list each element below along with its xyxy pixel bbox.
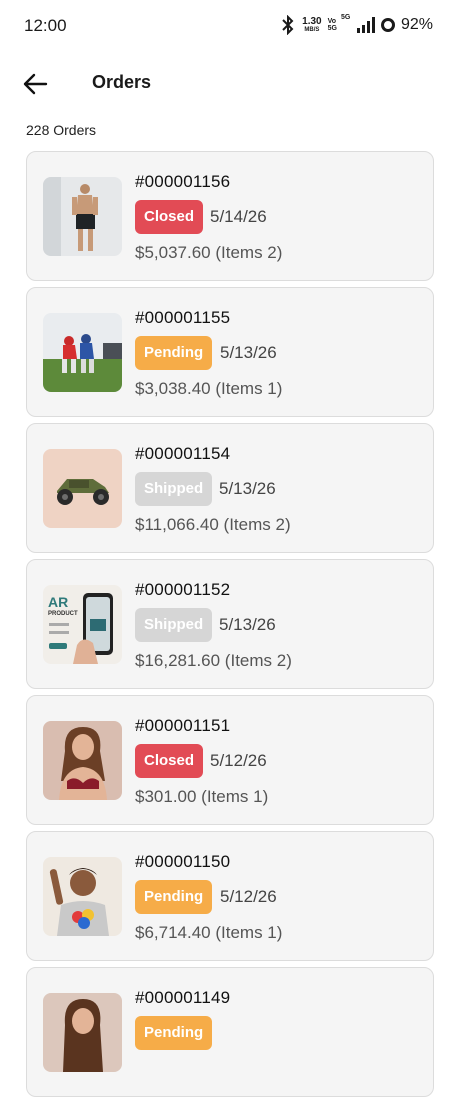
network-speed: 1.30 MB/S bbox=[302, 16, 322, 34]
status-badge: Pending bbox=[135, 336, 213, 370]
signal-icon: 5G bbox=[340, 14, 375, 33]
back-button[interactable] bbox=[20, 70, 52, 98]
status-badge: Shipped bbox=[135, 472, 213, 506]
man-in-shorts-photo bbox=[43, 177, 122, 256]
product-text: PRODUCT bbox=[48, 611, 78, 617]
order-date: 5/13/26 bbox=[219, 479, 276, 498]
order-id: #000001156 bbox=[135, 172, 231, 191]
order-date: 5/14/26 bbox=[210, 207, 267, 226]
page-title: Orders bbox=[92, 72, 152, 92]
child-in-tshirt-photo bbox=[43, 857, 122, 936]
order-id: #000001150 bbox=[135, 852, 231, 871]
order-total: $3,038.40 (Items 1) bbox=[135, 379, 283, 398]
order-card[interactable]: #000001151 Closed 5/12/26 $301.00 (Items… bbox=[26, 695, 434, 825]
order-count: 228 Orders bbox=[26, 122, 97, 138]
order-card[interactable]: #000001156 Closed 5/14/26 $5,037.60 (Ite… bbox=[26, 151, 434, 281]
ar-text: AR bbox=[48, 594, 68, 610]
ar-product-app-photo: AR PRODUCT bbox=[43, 585, 122, 664]
order-total: $11,066.40 (Items 2) bbox=[135, 515, 291, 534]
order-date: 5/13/26 bbox=[220, 343, 277, 362]
order-id: #000001154 bbox=[135, 444, 231, 463]
order-card[interactable]: #000001154 Shipped 5/13/26 $11,066.40 (I… bbox=[26, 423, 434, 553]
order-card[interactable]: #000001155 Pending 5/13/26 $3,038.40 (It… bbox=[26, 287, 434, 417]
status-bar: 12:00 1.30 MB/S Vo 5G 5G 92% bbox=[0, 0, 459, 52]
status-badge: Closed bbox=[135, 200, 204, 234]
status-badge: Pending bbox=[135, 880, 213, 914]
status-time: 12:00 bbox=[24, 16, 67, 35]
arrow-left-icon bbox=[23, 73, 48, 95]
order-date: 5/12/26 bbox=[210, 751, 267, 770]
order-total: $301.00 (Items 1) bbox=[135, 787, 269, 806]
order-total: $6,714.40 (Items 1) bbox=[135, 923, 283, 942]
network-speed-value: 1.30 bbox=[302, 16, 322, 27]
status-badge: Pending bbox=[135, 1016, 213, 1050]
volte-top: Vo bbox=[327, 18, 337, 25]
order-date: 5/12/26 bbox=[220, 887, 277, 906]
order-id: #000001149 bbox=[135, 988, 231, 1007]
volte-indicator: Vo 5G bbox=[328, 18, 337, 32]
network-speed-unit: MB/S bbox=[304, 27, 320, 33]
order-card[interactable]: #000001150 Pending 5/12/26 $6,714.40 (It… bbox=[26, 831, 434, 961]
order-date: 5/13/26 bbox=[219, 615, 276, 634]
status-badge: Shipped bbox=[135, 608, 213, 642]
order-id: #000001155 bbox=[135, 308, 231, 327]
order-card[interactable]: #000001149 Pending bbox=[26, 967, 434, 1097]
order-total: $5,037.60 (Items 2) bbox=[135, 243, 283, 262]
football-players-photo bbox=[43, 313, 122, 392]
order-card[interactable]: AR PRODUCT #000001152 Shipped 5/13/26 $1… bbox=[26, 559, 434, 689]
network-type: 5G bbox=[340, 14, 351, 21]
app-header: Orders bbox=[0, 60, 459, 106]
battery-icon bbox=[380, 18, 395, 32]
battery-percent: 92% bbox=[400, 16, 433, 33]
status-icons: 1.30 MB/S Vo 5G 5G 92% bbox=[280, 14, 433, 35]
bluetooth-icon bbox=[282, 15, 294, 35]
woman-portrait-photo bbox=[43, 993, 122, 1072]
order-list: #000001156 Closed 5/14/26 $5,037.60 (Ite… bbox=[26, 151, 434, 1103]
status-badge: Closed bbox=[135, 744, 204, 778]
volte-bottom: 5G bbox=[327, 25, 337, 32]
woman-in-bra-photo bbox=[43, 721, 122, 800]
order-id: #000001152 bbox=[135, 580, 231, 599]
order-id: #000001151 bbox=[135, 716, 231, 735]
order-total: $16,281.60 (Items 2) bbox=[135, 651, 292, 670]
toy-buggy-car-photo bbox=[43, 449, 122, 528]
